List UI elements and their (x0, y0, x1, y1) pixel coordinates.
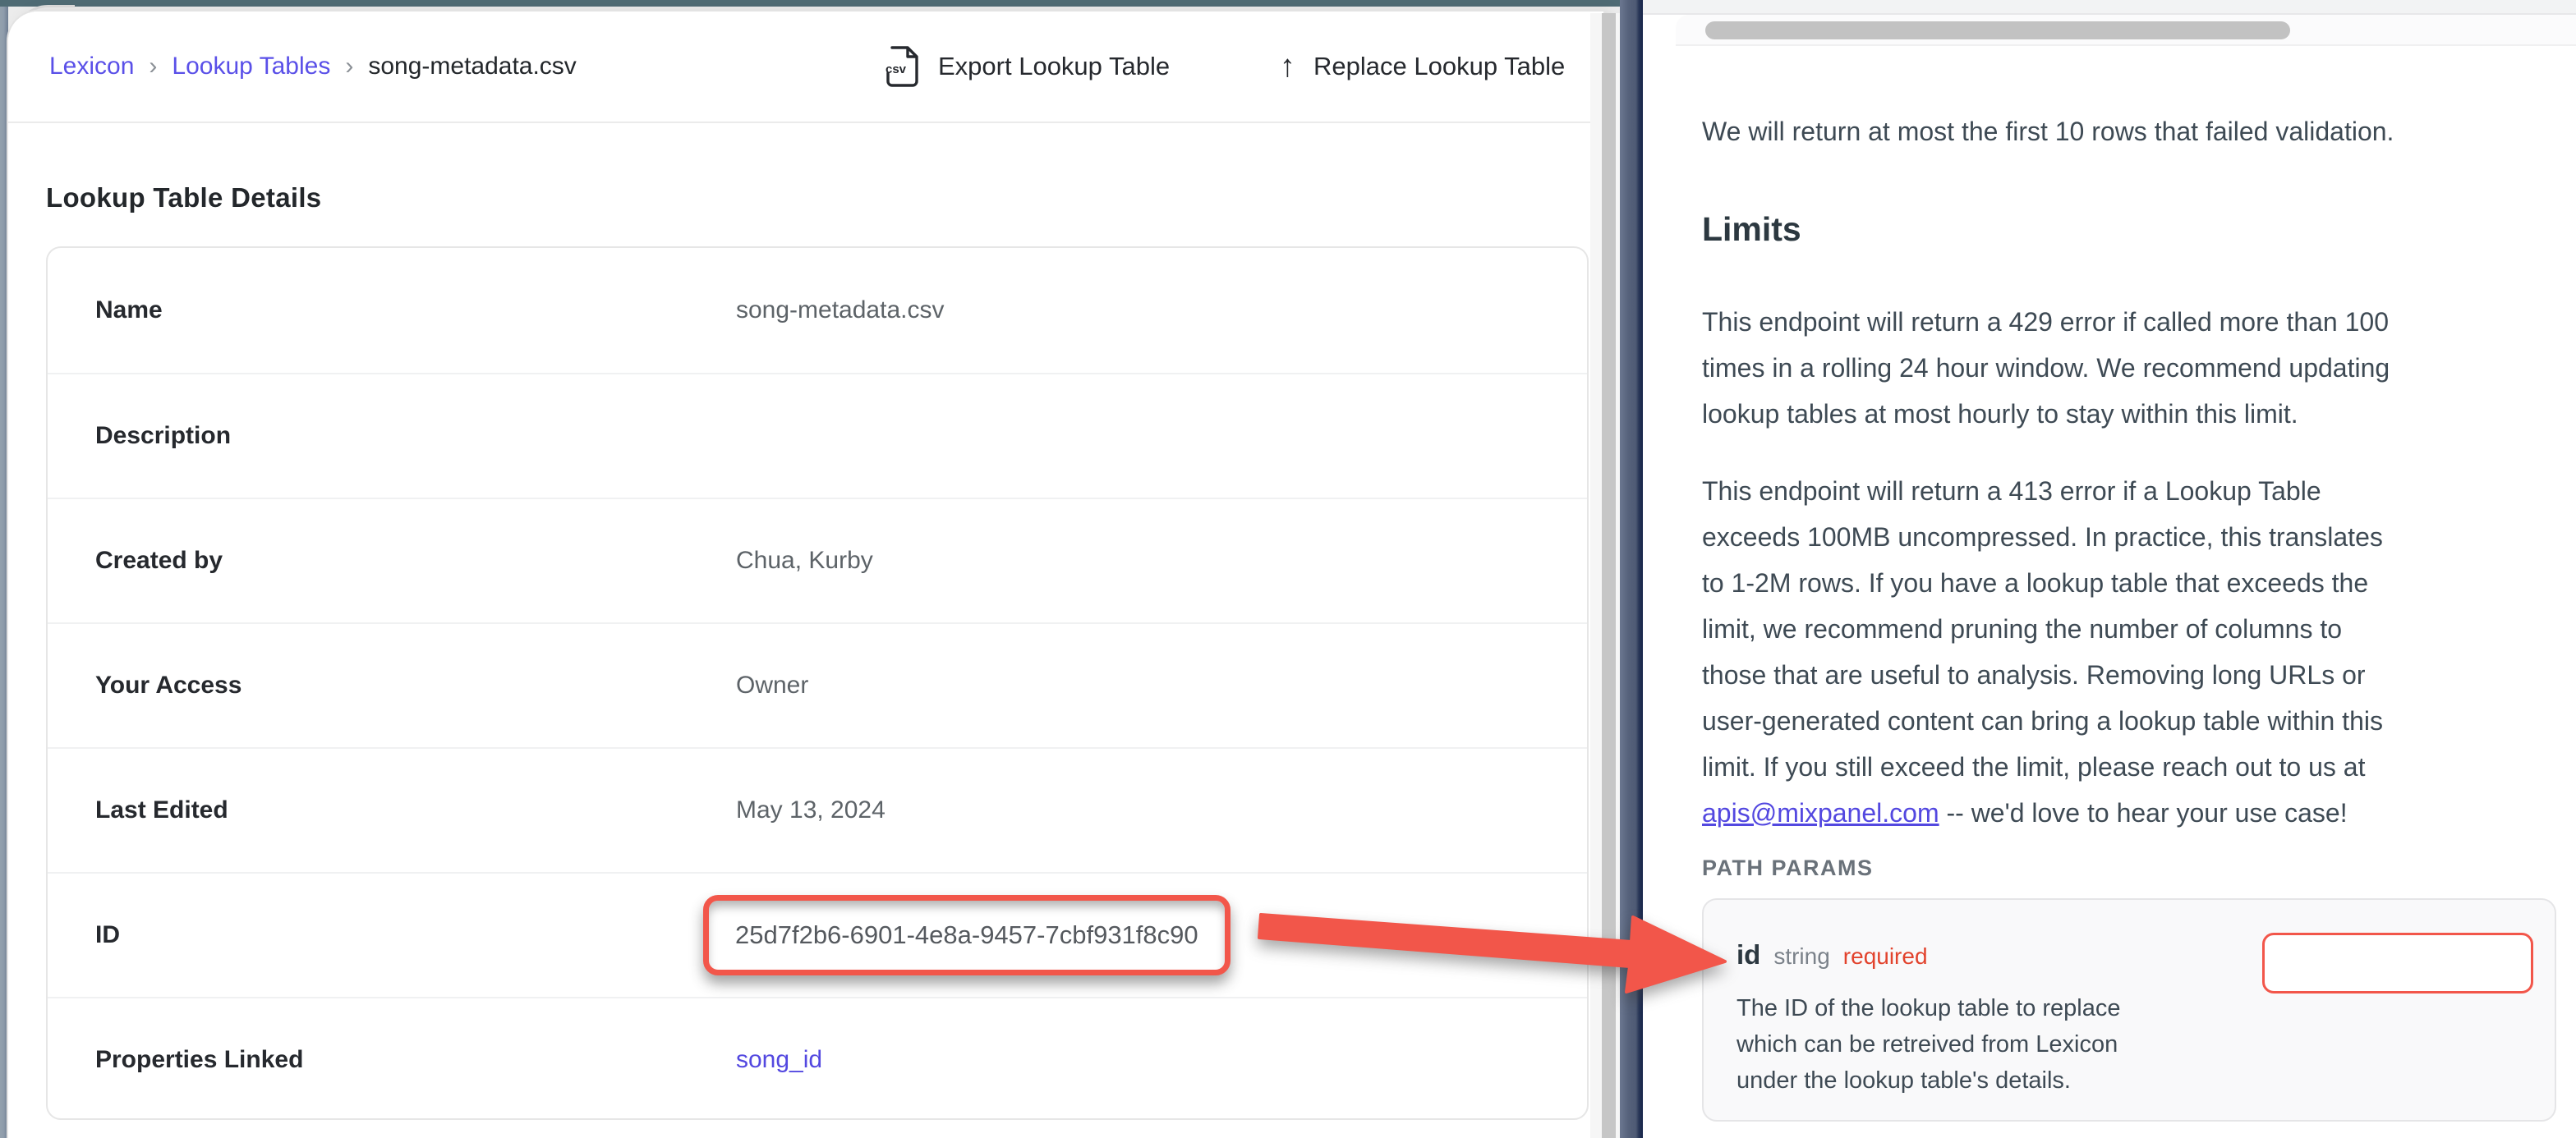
paragraph-line: those that are useful to analysis. Remov… (1702, 652, 2383, 698)
paragraph-line: user-generated content can bring a looku… (1702, 698, 2383, 744)
breadcrumb-lookup-tables-link[interactable]: Lookup Tables (172, 53, 330, 80)
path-params-label: PATH PARAMS (1702, 856, 1874, 881)
paragraph-line: The ID of the lookup table to replace (1736, 990, 2121, 1026)
limits-paragraph-2-lastline: apis@mixpanel.com -- we'd love to hear y… (1702, 790, 2383, 836)
id-highlight-annotation: 25d7f2b6-6901-4e8a-9457-7cbf931f8c90 (703, 895, 1230, 975)
left-window-vertical-scrollbar[interactable] (1602, 13, 1616, 1138)
linked-property-link[interactable]: song_id (736, 1046, 822, 1073)
table-row: Last EditedMay 13, 2024 (48, 747, 1587, 872)
paragraph-line: times in a rolling 24 hour window. We re… (1702, 345, 2390, 391)
csv-file-icon: csv (884, 45, 920, 88)
row-label: Last Edited (48, 796, 736, 824)
row-value: song-metadata.csv (736, 296, 944, 324)
upload-arrow-icon: ↑ (1280, 51, 1295, 82)
api-docs-window: We will return at most the first 10 rows… (1643, 0, 2576, 1138)
replace-button-label: Replace Lookup Table (1313, 52, 1565, 81)
table-row: Description (48, 373, 1587, 498)
paragraph-line: exceeds 100MB uncompressed. In practice,… (1702, 514, 2383, 560)
table-row: ID25d7f2b6-6901-4e8a-9457-7cbf931f8c90 (48, 872, 1587, 997)
email-link[interactable]: apis@mixpanel.com (1702, 798, 1939, 828)
table-row: Namesong-metadata.csv (48, 248, 1587, 373)
param-name: id (1736, 939, 1760, 971)
limits-paragraph-2-lines: This endpoint will return a 413 error if… (1702, 468, 2383, 790)
param-header: id string required (1736, 939, 1928, 971)
param-type: string (1773, 943, 1829, 970)
background-left-strip (0, 7, 8, 1138)
row-value: May 13, 2024 (736, 796, 886, 824)
row-value: 25d7f2b6-6901-4e8a-9457-7cbf931f8c90 (736, 895, 1230, 975)
breadcrumb-current-page: song-metadata.csv (368, 53, 576, 80)
table-row: Properties Linkedsong_id (48, 997, 1587, 1120)
row-label: Name (48, 296, 736, 324)
table-row: Created byChua, Kurby (48, 498, 1587, 622)
paragraph-line: under the lookup table's details. (1736, 1062, 2121, 1099)
breadcrumb-separator-icon: › (345, 53, 353, 80)
paragraph-line: This endpoint will return a 429 error if… (1702, 299, 2390, 345)
replace-lookup-table-button[interactable]: ↑ Replace Lookup Table (1280, 11, 1565, 122)
row-label: Created by (48, 547, 736, 575)
row-label: ID (48, 921, 736, 949)
lexicon-header: Lexicon › Lookup Tables › song-metadata.… (8, 11, 1603, 123)
breadcrumb-lexicon-link[interactable]: Lexicon (49, 53, 134, 80)
window-divider-band (1620, 0, 1643, 1138)
row-value: song_id (736, 1046, 822, 1074)
paragraph-line: limit. If you still exceed the limit, pl… (1702, 744, 2383, 790)
paragraph-line: limit, we recommend pruning the number o… (1702, 606, 2383, 652)
lookup-table-details-card: Namesong-metadata.csv Description Created … (46, 246, 1589, 1120)
screenshot-stage: Lexicon › Lookup Tables › song-metadata.… (0, 0, 2576, 1138)
limits-paragraph-1: This endpoint will return a 429 error if… (1702, 299, 2390, 437)
param-required-badge: required (1843, 943, 1928, 970)
row-label: Your Access (48, 672, 736, 700)
paragraph-line: which can be retreived from Lexicon (1736, 1026, 2121, 1062)
id-param-input[interactable] (2262, 933, 2533, 993)
row-label: Description (48, 422, 736, 450)
row-value: Owner (736, 672, 808, 700)
paragraph-line: This endpoint will return a 413 error if… (1702, 468, 2383, 514)
docs-top-strip (1643, 0, 2576, 15)
export-button-label: Export Lookup Table (938, 52, 1170, 81)
breadcrumb: Lexicon › Lookup Tables › song-metadata.… (49, 11, 577, 122)
page-title: Lookup Table Details (46, 182, 321, 213)
breadcrumb-separator-icon: › (149, 53, 157, 80)
row-value: Chua, Kurby (736, 547, 873, 575)
id-param-card: id string required The ID of the lookup … (1702, 898, 2556, 1122)
paragraph-line: lookup tables at most hourly to stay wit… (1702, 391, 2390, 437)
background-top-strip (0, 0, 1620, 7)
row-label: Properties Linked (48, 1046, 736, 1074)
details-rows: Namesong-metadata.csv Description Created … (48, 248, 1587, 1120)
param-description: The ID of the lookup table to replacewhi… (1736, 990, 2121, 1099)
paragraph-line: to 1-2M rows. If you have a lookup table… (1702, 560, 2383, 606)
limits-paragraph-2: This endpoint will return a 413 error if… (1702, 468, 2383, 836)
export-lookup-table-button[interactable]: csv Export Lookup Table (884, 11, 1170, 122)
lexicon-window: Lexicon › Lookup Tables › song-metadata.… (8, 11, 1603, 1138)
svg-text:csv: csv (886, 62, 907, 76)
paragraph-text: -- we'd love to hear your use case! (1939, 798, 2348, 828)
limits-heading: Limits (1702, 210, 1801, 249)
docs-horizontal-scrollbar[interactable] (1705, 21, 2290, 39)
validation-note: We will return at most the first 10 rows… (1702, 108, 2394, 154)
table-row: Your AccessOwner (48, 622, 1587, 747)
